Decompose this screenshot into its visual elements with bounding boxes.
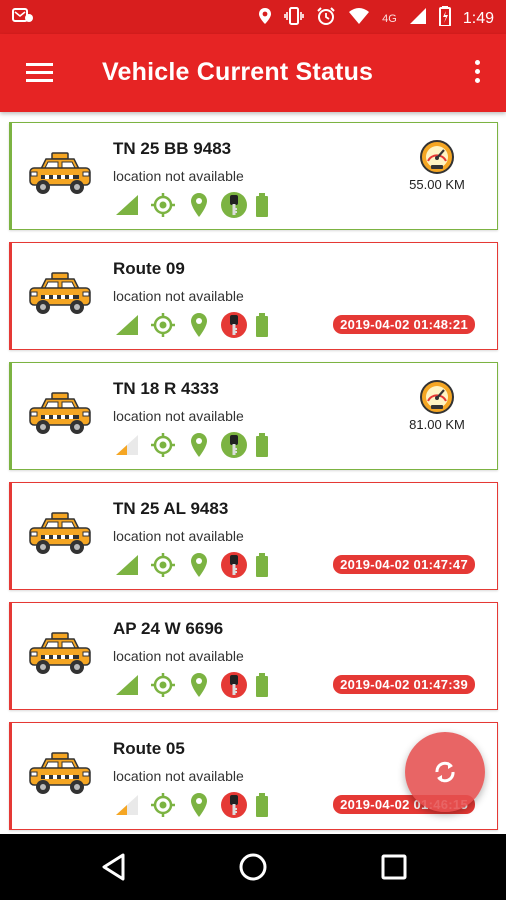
signal-strength-icon (115, 554, 139, 581)
vehicle-location: location not available (113, 408, 244, 424)
taxi-icon (27, 631, 93, 677)
ignition-key-icon (220, 311, 248, 344)
vehicle-card[interactable]: TN 25 BB 9483 location not available 55.… (9, 122, 498, 230)
home-icon[interactable] (238, 852, 268, 887)
vehicle-card[interactable]: AP 24 W 6696 location not available 2019… (9, 602, 498, 710)
vehicle-status-icons (113, 790, 283, 820)
gps-icon (150, 672, 176, 703)
notification-icon (12, 7, 34, 31)
network-type: 4G (382, 13, 397, 25)
gps-icon (150, 192, 176, 223)
vehicle-name: Route 09 (113, 259, 185, 278)
taxi-icon (27, 511, 93, 557)
vehicle-status-icons (113, 310, 283, 340)
vehicle-location: location not available (113, 648, 244, 664)
alarm-icon (316, 6, 336, 32)
refresh-icon (435, 761, 455, 783)
location-icon (258, 7, 272, 31)
ignition-key-icon (220, 191, 248, 224)
signal-strength-icon (115, 674, 139, 701)
vehicle-location: location not available (113, 288, 244, 304)
taxi-icon (27, 271, 93, 317)
vehicle-distance: 81.00 KM (409, 417, 465, 432)
vehicle-distance: 55.00 KM (409, 177, 465, 192)
gps-icon (150, 432, 176, 463)
hamburger-menu-icon[interactable] (26, 63, 53, 83)
taxi-icon (27, 751, 93, 797)
gps-icon (150, 552, 176, 583)
signal-strength-icon (115, 194, 139, 221)
vehicle-name: TN 18 R 4333 (113, 379, 219, 398)
back-icon[interactable] (101, 852, 127, 887)
battery-icon (255, 432, 269, 463)
wifi-icon (348, 7, 370, 31)
location-pin-icon (189, 192, 209, 223)
ignition-key-icon (220, 551, 248, 584)
battery-icon (255, 552, 269, 583)
vehicle-name: AP 24 W 6696 (113, 619, 224, 638)
ignition-key-icon (220, 431, 248, 464)
taxi-icon (27, 151, 93, 197)
status-bar: 4G 1:49 (0, 0, 506, 34)
vehicle-card[interactable]: Route 09 location not available 2019-04-… (9, 242, 498, 350)
battery-icon (255, 792, 269, 823)
gps-icon (150, 312, 176, 343)
vehicle-name: TN 25 AL 9483 (113, 499, 229, 518)
vehicle-card[interactable]: TN 25 AL 9483 location not available 201… (9, 482, 498, 590)
vehicle-status-icons (113, 550, 283, 580)
vehicle-location: location not available (113, 768, 244, 784)
system-nav-bar (0, 834, 506, 900)
vehicle-status-icons (113, 190, 283, 220)
battery-icon (255, 312, 269, 343)
vehicle-card[interactable]: TN 18 R 4333 location not available 81.0… (9, 362, 498, 470)
vehicle-name: Route 05 (113, 739, 185, 758)
battery-icon (438, 6, 451, 32)
ignition-key-icon (220, 671, 248, 704)
taxi-icon (27, 391, 93, 437)
last-updated-badge: 2019-04-02 01:48:21 (333, 315, 475, 334)
vehicle-name: TN 25 BB 9483 (113, 139, 232, 158)
signal-strength-icon (115, 434, 139, 461)
location-pin-icon (189, 792, 209, 823)
battery-icon (255, 192, 269, 223)
recents-icon[interactable] (381, 854, 407, 885)
signal-strength-icon (115, 314, 139, 341)
speedometer: 55.00 KM (397, 139, 477, 192)
location-pin-icon (189, 672, 209, 703)
gps-icon (150, 792, 176, 823)
location-pin-icon (189, 432, 209, 463)
more-vert-icon[interactable] (472, 60, 482, 86)
signal-icon (409, 7, 427, 31)
speedometer-icon (397, 139, 477, 175)
last-updated-badge: 2019-04-02 01:47:39 (333, 675, 475, 694)
speedometer-icon (397, 379, 477, 415)
vehicle-status-icons (113, 670, 283, 700)
location-pin-icon (189, 312, 209, 343)
signal-strength-icon (115, 794, 139, 821)
vehicle-location: location not available (113, 168, 244, 184)
speedometer: 81.00 KM (397, 379, 477, 432)
location-pin-icon (189, 552, 209, 583)
vehicle-status-icons (113, 430, 283, 460)
vehicle-location: location not available (113, 528, 244, 544)
vehicle-list: TN 25 BB 9483 location not available 55.… (0, 112, 506, 834)
refresh-button[interactable] (405, 732, 485, 812)
ignition-key-icon (220, 791, 248, 824)
clock: 1:49 (462, 10, 494, 27)
battery-icon (255, 672, 269, 703)
app-bar: Vehicle Current Status (0, 34, 506, 112)
page-title: Vehicle Current Status (102, 58, 374, 86)
vibrate-icon (284, 7, 304, 31)
last-updated-badge: 2019-04-02 01:47:47 (333, 555, 475, 574)
